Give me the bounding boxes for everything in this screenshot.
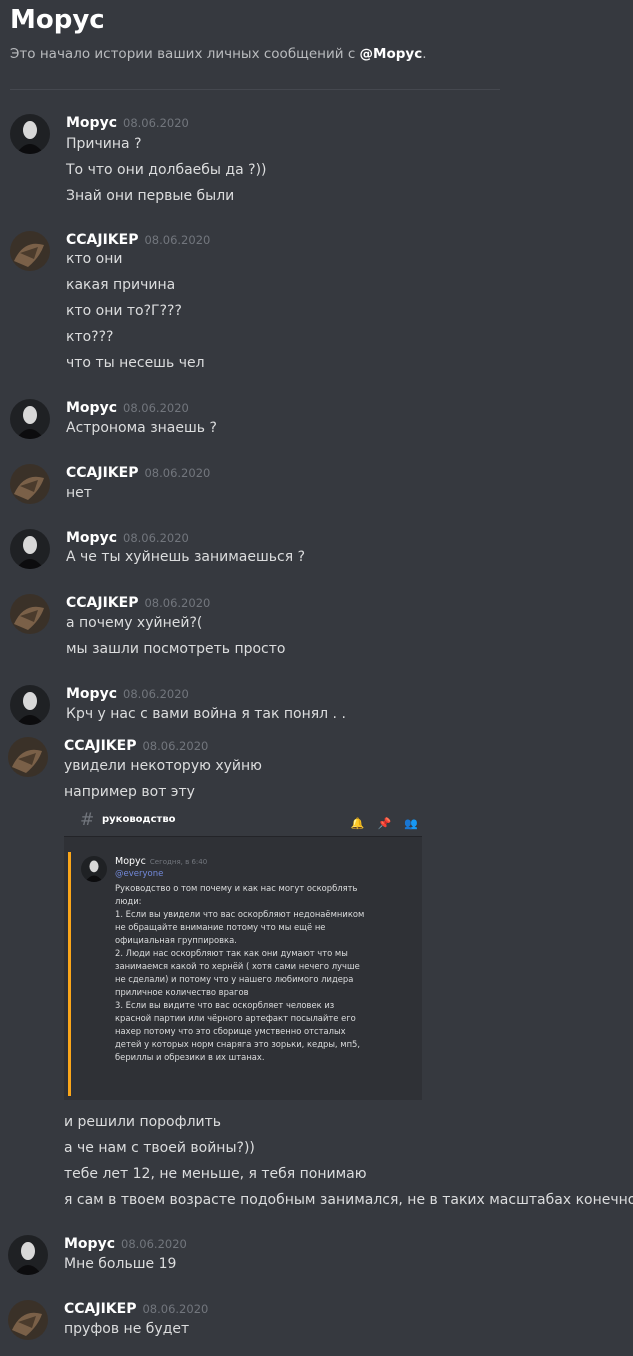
hash-icon: #	[80, 810, 95, 830]
avatar[interactable]	[10, 114, 50, 154]
attachment-line: 2. Люди нас оскорбляют так как они думаю…	[115, 948, 348, 958]
message-text: кто???	[66, 329, 114, 345]
attachment-author: Морус	[115, 856, 146, 867]
message-text: Причина ?	[66, 136, 142, 152]
avatar[interactable]	[10, 231, 50, 271]
message-text: кто они	[66, 251, 123, 267]
dm-intro-suffix: .	[422, 46, 427, 62]
avatar[interactable]	[8, 1235, 48, 1275]
avatar[interactable]	[10, 529, 50, 569]
attachment-line: нахер потому что это сборище умственно о…	[115, 1026, 346, 1036]
attachment-line: Руководство о том почему и как нас могут…	[115, 883, 358, 893]
attachment-message: Морус Сегодня, в 6:40 @everyone Руководст…	[68, 852, 421, 1096]
author-name[interactable]: Морус	[66, 115, 117, 131]
dm-intro: Это начало истории ваших личных сообщени…	[10, 46, 427, 62]
author-name[interactable]: Морус	[66, 400, 117, 416]
timestamp: 08.06.2020	[142, 1302, 209, 1316]
attachment-channel-bar: # руководство 🔔 📌 👥	[64, 806, 422, 837]
message-text: а че нам с твоей войны?))	[64, 1140, 255, 1156]
bell-icon: 🔔	[350, 817, 365, 830]
message-text: пруфов не будет	[64, 1321, 190, 1337]
message-text: я сам в твоем возрасте подобным занималс…	[64, 1192, 633, 1208]
avatar[interactable]	[8, 1300, 48, 1340]
message-text: Мне больше 19	[64, 1256, 177, 1272]
timestamp: 08.06.2020	[142, 739, 209, 753]
attachment-line: 1. Если вы увидели что вас оскорбляют не…	[115, 909, 365, 919]
author-name[interactable]: CCAJIKEP	[66, 232, 138, 248]
attachment-line: детей у которых норм снаряга это зорьки,…	[115, 1039, 361, 1049]
message-text: и решили порофлить	[64, 1114, 222, 1130]
image-attachment[interactable]: # руководство 🔔 📌 👥 Морус Сегодня, в 6:40…	[64, 806, 422, 1100]
message-text: кто они то?Г???	[66, 303, 182, 319]
attachment-line: не обращайте внимание потому что мы ещё …	[115, 922, 326, 932]
avatar[interactable]	[10, 464, 50, 504]
author-name[interactable]: CCAJIKEP	[66, 595, 138, 611]
message-text: А че ты хуйнешь занимаешься ?	[66, 549, 306, 565]
attachment-line: занимаемся какой то хернёй ( хотя сами н…	[115, 961, 360, 971]
message-text: а почему хуйней?(	[66, 615, 203, 631]
avatar[interactable]	[10, 399, 50, 439]
avatar[interactable]	[10, 594, 50, 634]
everyone-mention: @everyone	[115, 869, 164, 879]
message-text: увидели некоторую хуйню	[64, 758, 262, 774]
pin-icon: 📌	[377, 817, 392, 830]
page-title: Морус	[10, 5, 105, 35]
timestamp: 08.06.2020	[123, 687, 189, 701]
timestamp: 08.06.2020	[121, 1237, 187, 1251]
author-name[interactable]: Морус	[66, 530, 117, 546]
author-name[interactable]: CCAJIKEP	[64, 738, 136, 754]
timestamp: 08.06.2020	[123, 531, 189, 545]
author-name[interactable]: Морус	[66, 686, 117, 702]
message-text: Крч у нас с вами война я так понял . .	[66, 706, 346, 722]
message-text: мы зашли посмотреть просто	[66, 641, 286, 657]
message-text: нет	[66, 485, 92, 501]
avatar	[81, 856, 107, 882]
attachment-line: люди:	[115, 896, 142, 906]
attachment-line: официальная группировка.	[115, 935, 237, 945]
timestamp: 08.06.2020	[123, 116, 189, 130]
attachment-line: приличное количество врагов	[115, 987, 249, 997]
dm-intro-text: Это начало истории ваших личных сообщени…	[10, 46, 360, 62]
author-name[interactable]: Морус	[64, 1236, 115, 1252]
avatar[interactable]	[10, 685, 50, 725]
attachment-timestamp: Сегодня, в 6:40	[149, 858, 208, 866]
timestamp: 08.06.2020	[144, 466, 211, 480]
attachment-line: красной партии или чёрного артефакт посы…	[115, 1013, 356, 1023]
author-name[interactable]: CCAJIKEP	[64, 1301, 136, 1317]
attachment-text: Руководство о том почему и как нас могут…	[115, 882, 415, 1064]
message-text: То что они долбаебы да ?))	[66, 162, 267, 178]
avatar[interactable]	[8, 737, 48, 777]
author-name[interactable]: CCAJIKEP	[66, 465, 138, 481]
message-text: Астронома знаешь ?	[66, 420, 217, 436]
members-icon: 👥	[404, 817, 418, 830]
message-text: тебе лет 12, не меньше, я тебя понимаю	[64, 1166, 367, 1182]
message-text: например вот эту	[64, 784, 195, 800]
attachment-line: 3. Если вы видите что вас оскорбляет чел…	[115, 1000, 335, 1010]
attachment-channel-name: руководство	[102, 814, 176, 825]
message-text: какая причина	[66, 277, 176, 293]
timestamp: 08.06.2020	[144, 233, 211, 247]
timestamp: 08.06.2020	[144, 596, 211, 610]
attachment-line: не сделали) и потому что у нашего любимо…	[115, 974, 354, 984]
message-text: Знай они первые были	[66, 188, 235, 204]
timestamp: 08.06.2020	[123, 401, 189, 415]
dm-header: Морус	[10, 4, 105, 36]
attachment-line: бериллы и обрезики в их штанах.	[115, 1052, 265, 1062]
message-text: что ты несешь чел	[66, 355, 205, 371]
divider	[10, 89, 500, 90]
user-mention[interactable]: @Морус	[360, 46, 423, 62]
